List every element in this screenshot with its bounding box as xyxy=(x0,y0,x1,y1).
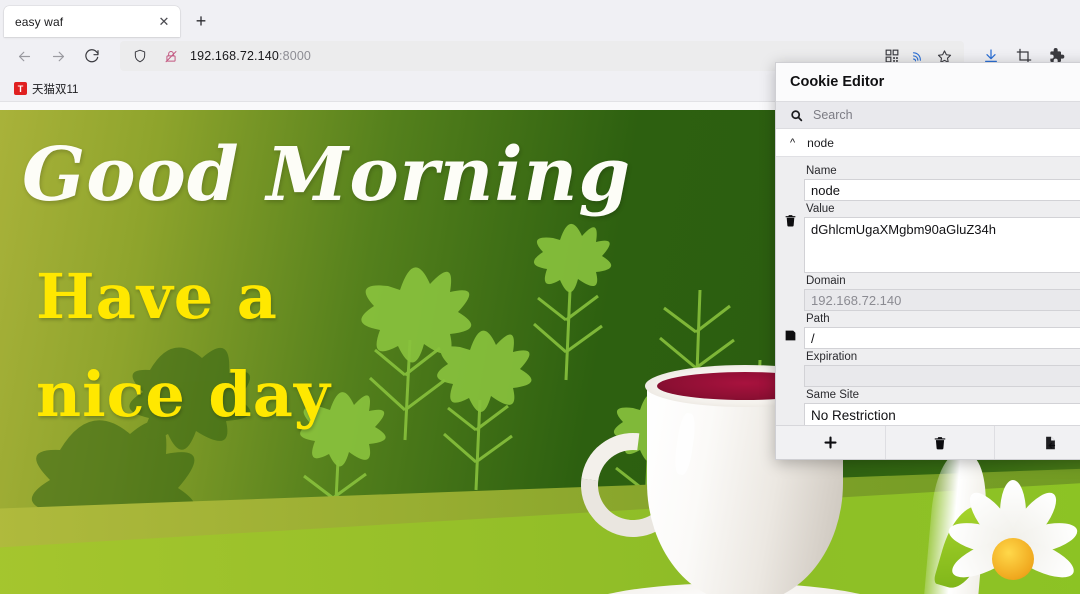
page-headline: Good Morning xyxy=(22,132,632,218)
value-label: Value xyxy=(806,203,835,215)
tab-easy-waf[interactable]: easy waf ✕ xyxy=(4,6,180,37)
bookmark-label: 天猫双11 xyxy=(32,83,79,96)
expiration-label: Expiration xyxy=(806,351,858,363)
trash-icon[interactable] xyxy=(784,213,797,233)
path-input[interactable]: / xyxy=(804,327,1080,349)
cookie-search-row[interactable]: Search xyxy=(776,101,1080,129)
import-export-button[interactable] xyxy=(995,426,1080,459)
panel-footer xyxy=(776,425,1080,459)
reload-icon[interactable] xyxy=(76,41,108,71)
value-input[interactable]: dGhlcmUgaXMgbm90aGluZ34h xyxy=(804,217,1080,273)
bookmark-item[interactable]: T 天猫双11 xyxy=(8,79,84,99)
close-icon[interactable]: ✕ xyxy=(154,12,174,32)
insecure-lock-icon[interactable] xyxy=(159,44,183,68)
tab-title: easy waf xyxy=(15,14,64,29)
back-arrow-icon[interactable] xyxy=(8,41,40,71)
chevron-up-icon[interactable]: ^ xyxy=(790,138,795,149)
shield-icon[interactable] xyxy=(128,44,152,68)
search-input[interactable]: Search xyxy=(813,108,853,122)
tmall-favicon: T xyxy=(14,82,27,95)
cookie-name-label: node xyxy=(807,135,834,150)
name-input[interactable]: node xyxy=(804,179,1080,201)
daisy-center xyxy=(992,538,1034,580)
new-tab-button[interactable]: + xyxy=(186,6,216,36)
panel-title: Cookie Editor xyxy=(776,63,1080,101)
browser-window: easy waf ✕ + 192.168.72.140:8000 T 天猫双11… xyxy=(0,0,1080,594)
page-subtitle-line2: nice day xyxy=(36,358,331,431)
form-gutter xyxy=(776,157,804,459)
save-icon[interactable] xyxy=(784,329,797,347)
add-cookie-button[interactable] xyxy=(776,426,886,459)
same-site-select[interactable]: No Restriction xyxy=(804,403,1080,427)
domain-label: Domain xyxy=(806,275,846,287)
name-label: Name xyxy=(806,165,837,177)
page-subtitle-line1: Have a xyxy=(36,260,278,333)
search-icon xyxy=(790,109,803,122)
domain-input[interactable]: 192.168.72.140 xyxy=(804,289,1080,311)
forward-arrow-icon[interactable] xyxy=(42,41,74,71)
same-site-label: Same Site xyxy=(806,389,860,401)
url-text: 192.168.72.140:8000 xyxy=(190,49,312,63)
tab-strip: easy waf ✕ + xyxy=(0,0,1080,37)
form-fields: Name node Value dGhlcmUgaXMgbm90aGluZ34h… xyxy=(804,157,1080,459)
expiration-input[interactable] xyxy=(804,365,1080,387)
path-label: Path xyxy=(806,313,830,325)
delete-all-button[interactable] xyxy=(886,426,996,459)
cookie-form: Name node Value dGhlcmUgaXMgbm90aGluZ34h… xyxy=(776,157,1080,459)
cookie-editor-panel: Cookie Editor Search ^ node Name node Va… xyxy=(775,62,1080,460)
cookie-list-item-node[interactable]: ^ node xyxy=(776,129,1080,157)
daisy-flower xyxy=(932,470,1080,594)
